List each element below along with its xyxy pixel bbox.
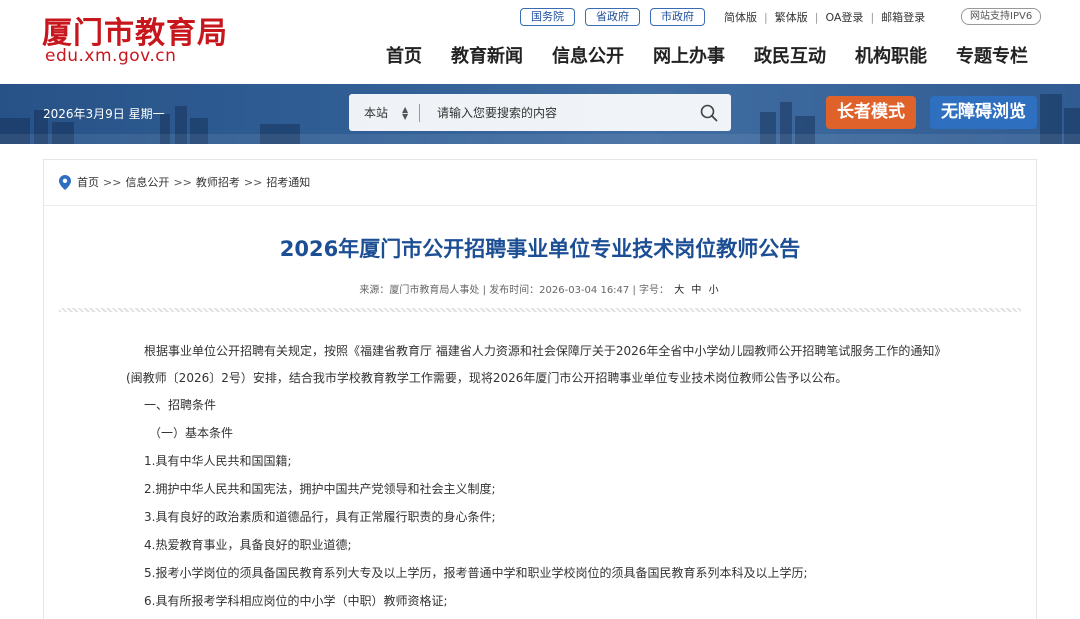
logo-url[interactable]: edu.xm.gov.cn — [45, 46, 176, 66]
mail-login-link[interactable]: 邮箱登录 — [881, 9, 925, 25]
gov-link-province[interactable]: 省政府 — [585, 8, 640, 26]
breadcrumb-recruitment-notices[interactable]: 招考通知 — [266, 174, 310, 190]
font-size-medium[interactable]: 中 — [691, 285, 701, 296]
current-date: 2026年3月9日 星期一 — [43, 107, 165, 121]
divider: | — [814, 10, 819, 24]
list-item: 2.拥护中华人民共和国宪法，拥护中国共产党领导和社会主义制度; — [144, 482, 496, 496]
breadcrumb-separator: >> — [103, 175, 122, 189]
divider: | — [764, 10, 768, 24]
utility-links: 简体版 | 繁体版 | OA登录 | 邮箱登录 — [724, 9, 925, 25]
font-size-label: 字号： — [639, 285, 670, 296]
traditional-chinese-link[interactable]: 繁体版 — [775, 9, 808, 25]
list-item: 4.热爱教育事业，具备良好的职业道德; — [144, 538, 352, 552]
simplified-chinese-link[interactable]: 简体版 — [724, 9, 757, 25]
paragraph: 根据事业单位公开招聘有关规定，按照《福建省教育厅 福建省人力资源和社会保障厅关于… — [144, 344, 947, 358]
breadcrumb-home[interactable]: 首页 — [77, 174, 99, 190]
list-item: 3.具有良好的政治素质和道德品行，具有正常履行职责的身心条件; — [144, 510, 496, 524]
paragraph: (闽教师〔2026〕2号）安排，结合我市学校教育教学工作需要，现将2026年厦门… — [126, 371, 848, 385]
search-icon — [700, 104, 718, 121]
nav-interaction[interactable]: 政民互动 — [754, 42, 826, 68]
search-scope-select[interactable]: 本站 ▲ ▼ — [349, 104, 419, 121]
updown-arrow-icon: ▲ ▼ — [402, 104, 409, 121]
site-search: 本站 ▲ ▼ — [349, 94, 731, 131]
nav-special-topics[interactable]: 专题专栏 — [956, 42, 1028, 68]
nav-online-services[interactable]: 网上办事 — [653, 42, 725, 68]
search-button[interactable] — [687, 94, 731, 131]
section-heading: 一、招聘条件 — [144, 398, 217, 412]
source-value: 厦门市教育局人事处 — [389, 285, 480, 296]
search-scope-label: 本站 — [364, 106, 389, 120]
nav-info-disclosure[interactable]: 信息公开 — [552, 42, 624, 68]
barrier-free-button[interactable]: 无障碍浏览 — [930, 96, 1037, 129]
source-label: 来源： — [359, 285, 390, 296]
list-item: 6.具有所报考学科相应岗位的中小学（中职）教师资格证; — [144, 594, 448, 608]
pub-time-value: 2026-03-04 16:47 — [539, 285, 630, 296]
divider — [44, 205, 1036, 206]
divider — [59, 308, 1021, 312]
banner: 2026年3月9日 星期一 本站 ▲▼ 长者模式 无障碍浏览 — [0, 84, 1080, 144]
elder-mode-button[interactable]: 长者模式 — [826, 96, 916, 129]
gov-links: 国务院 省政府 市政府 — [520, 8, 705, 26]
list-item: 1.具有中华人民共和国国籍; — [144, 454, 292, 468]
nav-education-news[interactable]: 教育新闻 — [451, 42, 523, 68]
article-title: 2026年厦门市公开招聘事业单位专业技术岗位教师公告 — [279, 237, 801, 261]
ipv6-badge: 网站支持IPV6 — [961, 8, 1042, 25]
divider: | — [870, 10, 875, 24]
breadcrumb-info-disclosure[interactable]: 信息公开 — [125, 174, 169, 190]
breadcrumb-separator: >> — [243, 175, 263, 189]
main-nav: 首页 教育新闻 信息公开 网上办事 政民互动 机构职能 专题专栏 — [386, 42, 1028, 68]
breadcrumb-teacher-recruitment[interactable]: 教师招考 — [196, 174, 240, 190]
article-meta: 来源：厦门市教育局人事处 | 发布时间：2026-03-04 16:47 | 字… — [44, 281, 1036, 296]
nav-home[interactable]: 首页 — [386, 42, 422, 68]
article-card: 首页 >> 信息公开 >> 教师招考 >> 招考通知 2026年厦门市公开招聘事… — [43, 159, 1037, 619]
gov-link-state-council[interactable]: 国务院 — [520, 8, 575, 26]
list-item: 5.报考小学岗位的须具备国民教育系列大专及以上学历，报考普通中学和职业学校岗位的… — [144, 566, 808, 580]
nav-functions[interactable]: 机构职能 — [855, 42, 927, 68]
breadcrumb-separator: >> — [173, 175, 192, 189]
search-input[interactable] — [420, 105, 687, 120]
site-header: 厦门市教育局 edu.xm.gov.cn 国务院 省政府 市政府 简体版 | 繁… — [0, 0, 1080, 84]
oa-login-link[interactable]: OA登录 — [825, 9, 863, 25]
gov-link-city[interactable]: 市政府 — [650, 8, 705, 26]
subsection-heading: （一）基本条件 — [149, 426, 234, 440]
font-size-small[interactable]: 小 — [709, 285, 719, 296]
font-size-large[interactable]: 大 — [674, 285, 684, 296]
breadcrumb: 首页 >> 信息公开 >> 教师招考 >> 招考通知 — [59, 174, 310, 190]
pub-time-label: 发布时间： — [489, 285, 540, 296]
location-pin-icon — [59, 174, 71, 190]
